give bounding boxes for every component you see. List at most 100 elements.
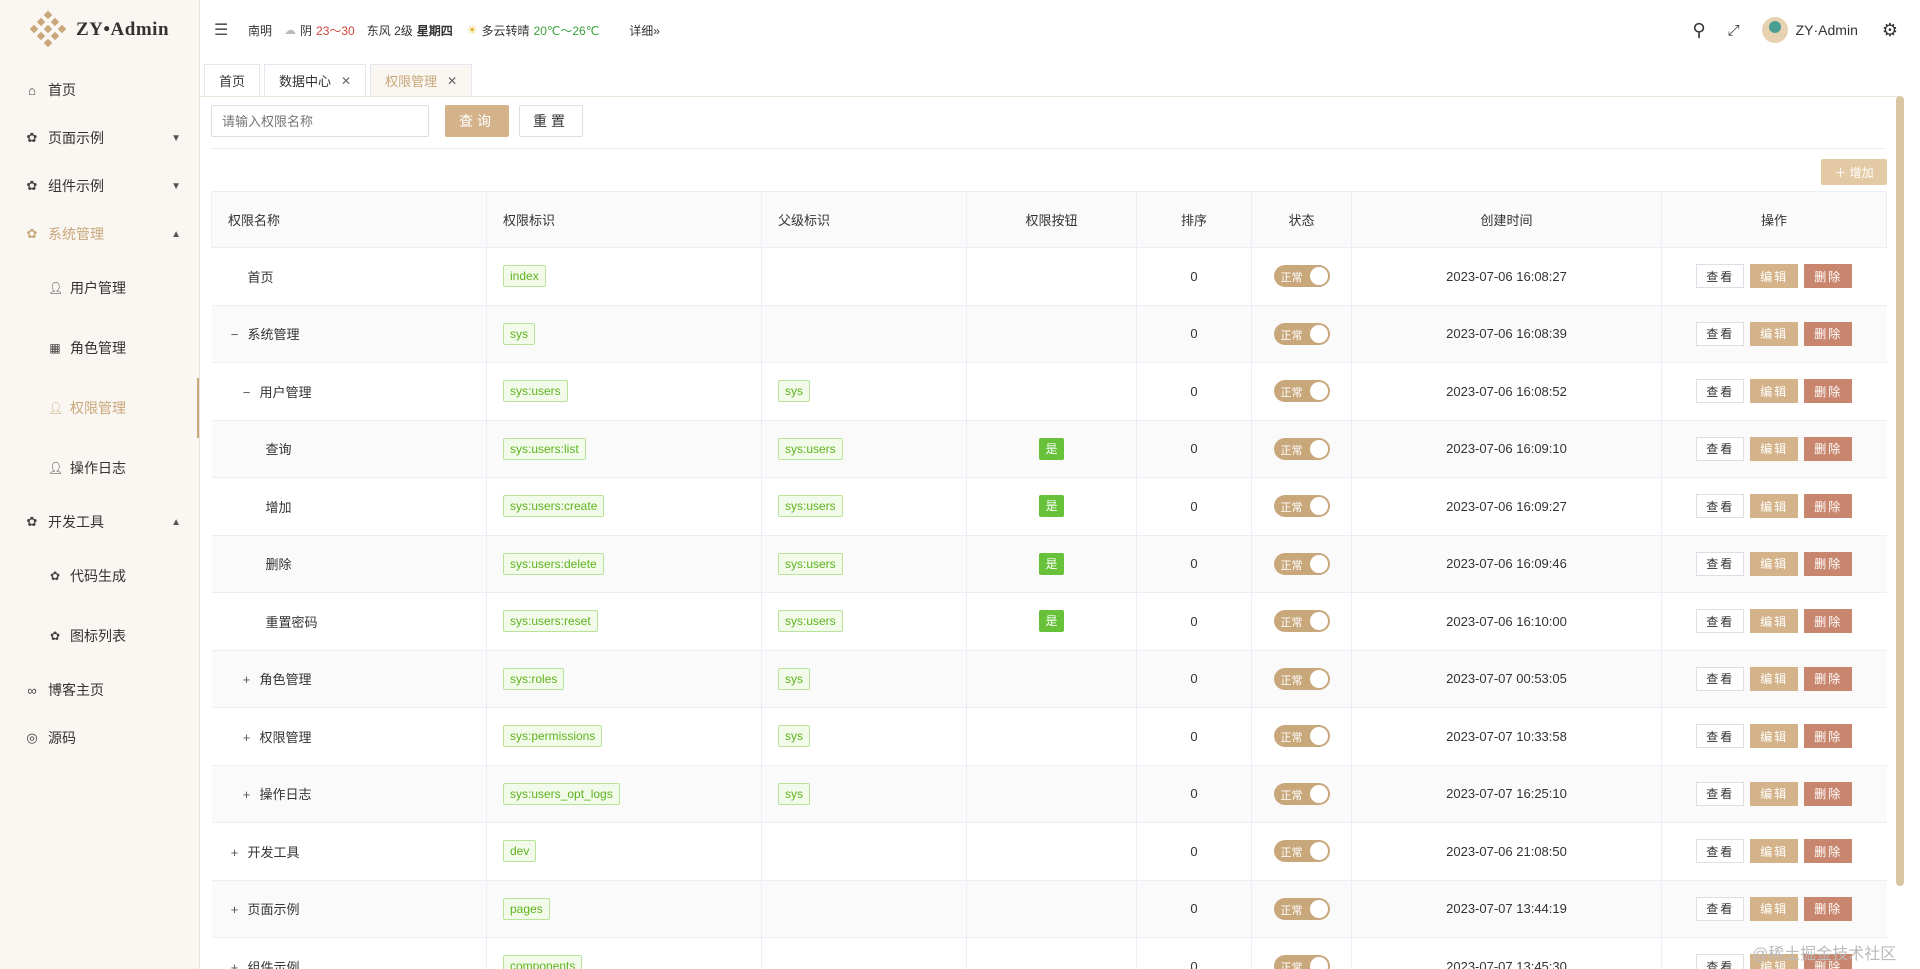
view-button[interactable]: 查看 xyxy=(1696,551,1745,576)
status-switch[interactable]: 正常 xyxy=(1273,840,1330,863)
view-button[interactable]: 查看 xyxy=(1696,781,1745,806)
status-switch[interactable]: 正常 xyxy=(1273,897,1330,920)
avatar[interactable] xyxy=(1761,17,1788,43)
status-switch[interactable]: 正常 xyxy=(1273,495,1330,518)
expand-icon[interactable]: + xyxy=(240,672,254,687)
permission-name-input[interactable] xyxy=(211,105,429,137)
expand-icon[interactable]: + xyxy=(240,730,254,745)
delete-button[interactable]: 删除 xyxy=(1804,724,1853,749)
tab-permissions[interactable]: 权限管理 ✕ xyxy=(370,64,473,96)
created-time-cell: 2023-07-06 16:08:39 xyxy=(1351,304,1662,363)
sidebar-item-home[interactable]: ⌂ 首页 xyxy=(0,66,199,114)
status-switch[interactable]: 正常 xyxy=(1273,955,1330,969)
query-button[interactable]: 查询 xyxy=(445,105,509,137)
delete-button[interactable]: 删除 xyxy=(1804,666,1853,691)
delete-button[interactable]: 删除 xyxy=(1804,379,1853,404)
sidebar-item-blog[interactable]: ∞ 博客主页 xyxy=(0,666,199,714)
view-button[interactable]: 查看 xyxy=(1696,264,1745,289)
edit-button[interactable]: 编辑 xyxy=(1750,264,1799,289)
weather-detail-link[interactable]: 详细» xyxy=(629,22,660,39)
edit-button[interactable]: 编辑 xyxy=(1750,551,1799,576)
view-button[interactable]: 查看 xyxy=(1696,954,1745,969)
edit-button[interactable]: 编辑 xyxy=(1750,609,1799,634)
view-button[interactable]: 查看 xyxy=(1696,494,1745,519)
scrollbar[interactable] xyxy=(1896,96,1904,886)
edit-button[interactable]: 编辑 xyxy=(1750,436,1799,461)
search-icon[interactable]: ⚲ xyxy=(1692,20,1705,41)
add-button[interactable]: ＋ 增加 xyxy=(1821,159,1887,185)
table-row: 首页 index 0 正常 2023-07-06 16:08:27 查看 编辑 删除 xyxy=(211,247,1887,306)
sidebar-item-codegen[interactable]: ✿ 代码生成 xyxy=(0,546,199,606)
sidebar-item-source[interactable]: ◎ 源码 xyxy=(0,714,199,762)
expand-icon[interactable]: + xyxy=(228,902,242,917)
edit-button[interactable]: 编辑 xyxy=(1750,666,1799,691)
logo[interactable]: ZY•Admin xyxy=(0,0,199,60)
permission-button-cell xyxy=(966,304,1137,363)
view-button[interactable]: 查看 xyxy=(1696,609,1745,634)
menu-fold-icon[interactable]: ☰ xyxy=(214,20,234,40)
collapse-icon[interactable]: − xyxy=(228,327,242,342)
expand-icon[interactable]: + xyxy=(240,787,254,802)
expand-icon[interactable]: + xyxy=(228,960,242,969)
sidebar-item-icons[interactable]: ✿ 图标列表 xyxy=(0,606,199,666)
collapse-icon[interactable]: − xyxy=(240,385,254,400)
table-row: 重置密码 sys:users:reset sys:users 是 0 正常 2023-07-… xyxy=(211,592,1887,651)
reset-button[interactable]: 重置 xyxy=(519,105,583,137)
sidebar-item-system[interactable]: ✿ 系统管理 ▲ xyxy=(0,210,199,258)
delete-button[interactable]: 删除 xyxy=(1804,494,1853,519)
username[interactable]: ZY·Admin xyxy=(1796,22,1858,38)
edit-button[interactable]: 编辑 xyxy=(1750,724,1799,749)
sidebar-item-devtools[interactable]: ✿ 开发工具 ▲ xyxy=(0,498,199,546)
switch-knob xyxy=(1309,727,1328,746)
view-button[interactable]: 查看 xyxy=(1696,839,1745,864)
sidebar-item-logs[interactable]: 👤︎ 操作日志 xyxy=(0,438,199,498)
sidebar-item-permissions[interactable]: 👤︎ 权限管理 xyxy=(0,378,199,438)
delete-button[interactable]: 删除 xyxy=(1804,321,1853,346)
delete-button[interactable]: 删除 xyxy=(1804,436,1853,461)
edit-button[interactable]: 编辑 xyxy=(1750,379,1799,404)
close-icon[interactable]: ✕ xyxy=(447,74,457,88)
tab-data-center[interactable]: 数据中心 ✕ xyxy=(264,64,367,96)
status-switch[interactable]: 正常 xyxy=(1273,322,1330,345)
expand-icon[interactable]: + xyxy=(228,845,242,860)
status-switch[interactable]: 正常 xyxy=(1273,782,1330,805)
delete-button[interactable]: 删除 xyxy=(1804,609,1853,634)
fullscreen-icon[interactable]: ⤢ xyxy=(1728,22,1740,39)
sidebar-item-components[interactable]: ✿ 组件示例 ▼ xyxy=(0,162,199,210)
sidebar-item-users[interactable]: 👤︎ 用户管理 xyxy=(0,258,199,318)
edit-button[interactable]: 编辑 xyxy=(1750,839,1799,864)
status-switch[interactable]: 正常 xyxy=(1273,667,1330,690)
view-button[interactable]: 查看 xyxy=(1696,321,1745,346)
sidebar-item-pages[interactable]: ✿ 页面示例 ▼ xyxy=(0,114,199,162)
edit-button[interactable]: 编辑 xyxy=(1750,321,1799,346)
tab-home[interactable]: 首页 xyxy=(204,64,261,96)
sidebar-item-roles[interactable]: ▦ 角色管理 xyxy=(0,318,199,378)
status-switch[interactable]: 正常 xyxy=(1273,380,1330,403)
status-switch[interactable]: 正常 xyxy=(1273,437,1330,460)
delete-button[interactable]: 删除 xyxy=(1804,264,1853,289)
edit-button[interactable]: 编辑 xyxy=(1750,896,1799,921)
close-icon[interactable]: ✕ xyxy=(341,74,351,88)
edit-button[interactable]: 编辑 xyxy=(1750,494,1799,519)
view-button[interactable]: 查看 xyxy=(1696,666,1745,691)
status-switch[interactable]: 正常 xyxy=(1273,265,1330,288)
status-cell: 正常 xyxy=(1251,764,1352,823)
view-button[interactable]: 查看 xyxy=(1696,436,1745,461)
edit-button[interactable]: 编辑 xyxy=(1750,781,1799,806)
permission-code-cell: sys:users:delete xyxy=(486,534,762,593)
view-button[interactable]: 查看 xyxy=(1696,896,1745,921)
delete-button[interactable]: 删除 xyxy=(1804,551,1853,576)
settings-icon[interactable]: ⚙ xyxy=(1882,20,1898,41)
view-button[interactable]: 查看 xyxy=(1696,379,1745,404)
status-switch[interactable]: 正常 xyxy=(1273,725,1330,748)
status-cell: 正常 xyxy=(1251,937,1352,969)
delete-button[interactable]: 删除 xyxy=(1804,896,1853,921)
delete-button[interactable]: 删除 xyxy=(1804,781,1853,806)
column-header: 权限按钮 xyxy=(966,191,1137,248)
status-switch[interactable]: 正常 xyxy=(1273,610,1330,633)
view-button[interactable]: 查看 xyxy=(1696,724,1745,749)
delete-button[interactable]: 删除 xyxy=(1804,839,1853,864)
status-label: 正常 xyxy=(1280,847,1303,860)
status-cell: 正常 xyxy=(1251,592,1352,651)
status-switch[interactable]: 正常 xyxy=(1273,552,1330,575)
